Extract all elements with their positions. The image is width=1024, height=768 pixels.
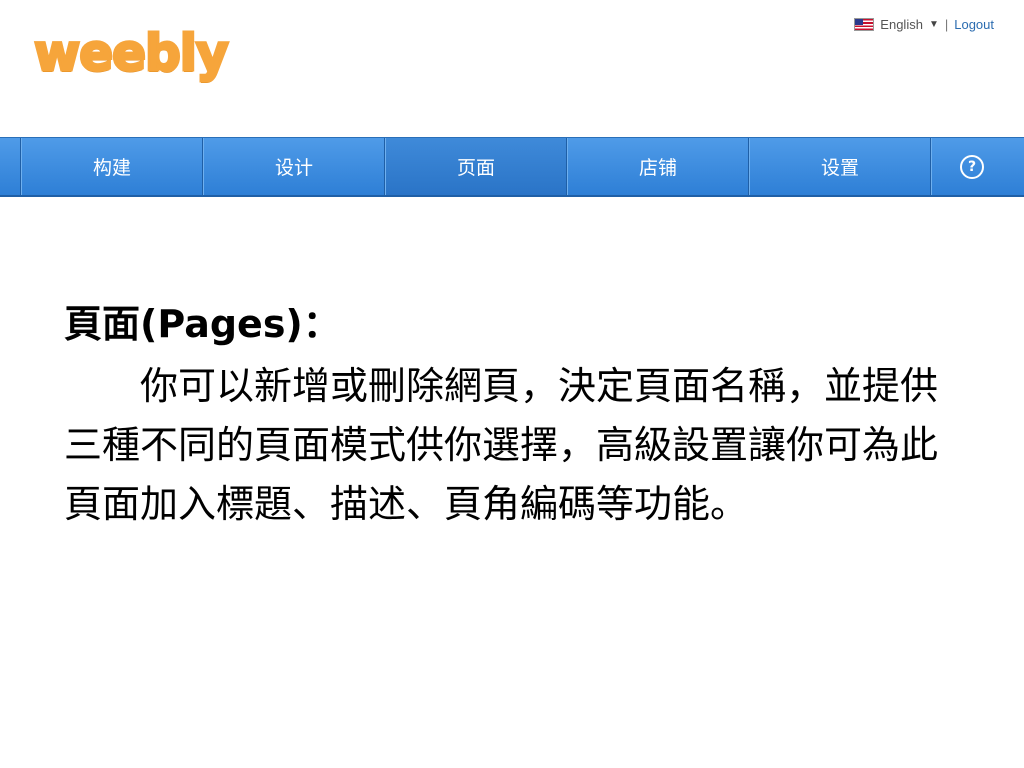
tab-store[interactable]: 店铺 (567, 138, 749, 195)
separator: | (944, 17, 949, 32)
tab-pages[interactable]: 页面 (385, 138, 567, 195)
main-nav: 构建 设计 页面 店铺 设置 ? (0, 137, 1024, 197)
language-selector[interactable]: English (880, 17, 923, 32)
content-area: 頁面(Pages)： 你可以新增或刪除網頁，決定頁面名稱，並提供三種不同的頁面模… (64, 300, 964, 534)
weebly-logo[interactable]: weebly (33, 27, 231, 80)
tab-design[interactable]: 设计 (203, 138, 385, 195)
nav-edge (0, 138, 21, 195)
logout-link[interactable]: Logout (954, 17, 994, 32)
help-button[interactable]: ? (931, 138, 1012, 195)
page-title: 頁面(Pages)： (64, 302, 341, 346)
tab-settings[interactable]: 设置 (749, 138, 931, 195)
description-text: 你可以新增或刪除網頁，決定頁面名稱，並提供三種不同的頁面模式供你選擇，高級設置讓… (64, 364, 939, 527)
tab-build[interactable]: 构建 (21, 138, 203, 195)
language-bar: English ▼ | Logout (854, 17, 994, 32)
help-icon: ? (960, 154, 984, 179)
dropdown-arrow-icon[interactable]: ▼ (929, 19, 939, 30)
us-flag-icon (854, 18, 875, 31)
